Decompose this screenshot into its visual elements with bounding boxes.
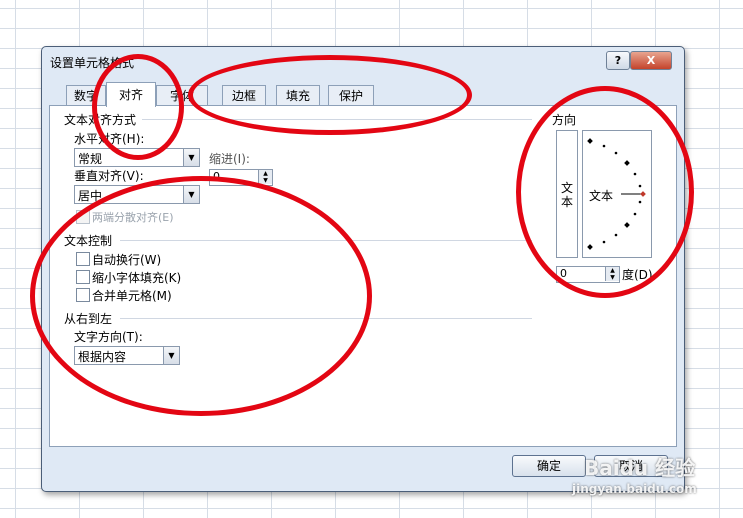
horizontal-value: 常规 — [78, 152, 103, 166]
shrink-to-fit-label: 缩小字体填充(K) — [92, 271, 182, 285]
vertical-text-label: 文本 — [560, 181, 573, 209]
tab-border[interactable]: 边框 — [222, 85, 266, 106]
indent-stepper[interactable]: 0 ▲ ▼ — [209, 169, 273, 186]
spin-down-icon[interactable]: ▼ — [258, 177, 272, 184]
tab-protection[interactable]: 保护 — [328, 85, 374, 106]
vertical-value: 居中 — [78, 189, 103, 203]
divider — [120, 318, 532, 319]
degrees-value: 0 — [560, 267, 567, 280]
tab-fill[interactable]: 填充 — [276, 85, 320, 106]
ok-button[interactable]: 确定 — [512, 455, 586, 477]
format-cells-dialog: 设置单元格格式 ? X 数字 对齐 字体 边框 填充 保护 文本对齐方式 水平对… — [41, 46, 685, 492]
text-direction-select[interactable]: 根据内容 ▼ — [74, 346, 180, 365]
merge-cells-label: 合并单元格(M) — [92, 289, 172, 303]
alignment-panel: 文本对齐方式 水平对齐(H): 常规 ▼ 缩进(I): 垂直对齐(V): 0 ▲… — [49, 105, 677, 447]
tab-alignment[interactable]: 对齐 — [106, 82, 156, 107]
horizontal-select[interactable]: 常规 ▼ — [74, 148, 200, 167]
text-alignment-heading: 文本对齐方式 — [64, 113, 137, 127]
degrees-label: 度(D) — [622, 268, 653, 282]
vertical-select[interactable]: 居中 ▼ — [74, 185, 200, 204]
text-direction-label: 文字方向(T): — [74, 330, 143, 344]
help-button[interactable]: ? — [606, 51, 630, 70]
horizontal-label: 水平对齐(H): — [74, 132, 145, 146]
orientation-dial[interactable]: 文本 — [582, 130, 652, 258]
wrap-text-checkbox[interactable] — [76, 252, 90, 266]
justify-distributed-label: 两端分散对齐(E) — [92, 211, 174, 224]
tab-font[interactable]: 字体 — [156, 85, 208, 106]
degrees-stepper[interactable]: 0 ▲ ▼ — [556, 266, 620, 283]
chevron-down-icon: ▼ — [183, 186, 199, 203]
indent-value: 0 — [213, 170, 220, 183]
divider — [120, 240, 532, 241]
vertical-label: 垂直对齐(V): — [74, 169, 144, 183]
justify-distributed-checkbox[interactable] — [76, 210, 90, 224]
text-control-heading: 文本控制 — [64, 234, 113, 248]
wrap-text-label: 自动换行(W) — [92, 253, 162, 267]
horizontal-text-label: 文本 — [589, 189, 614, 203]
spin-down-icon[interactable]: ▼ — [605, 274, 619, 281]
spin-up-icon[interactable]: ▲ — [258, 170, 272, 177]
shrink-to-fit-checkbox[interactable] — [76, 270, 90, 284]
text-direction-value: 根据内容 — [78, 350, 127, 364]
chevron-down-icon: ▼ — [183, 149, 199, 166]
tab-number[interactable]: 数字 — [66, 85, 106, 106]
chevron-down-icon: ▼ — [163, 347, 179, 364]
watermark-logo: Baidu 经验 — [584, 456, 696, 480]
close-button[interactable]: X — [630, 51, 672, 70]
merge-cells-checkbox[interactable] — [76, 288, 90, 302]
dialog-title: 设置单元格格式 — [50, 56, 135, 70]
orientation-heading: 方向 — [552, 113, 577, 127]
watermark-url: jingyan.baidu.com — [572, 482, 697, 496]
indent-label: 缩进(I): — [209, 152, 250, 166]
vertical-text-box[interactable]: 文本 — [556, 130, 578, 258]
rtl-heading: 从右到左 — [64, 312, 113, 326]
spin-up-icon[interactable]: ▲ — [605, 267, 619, 274]
divider — [142, 119, 532, 120]
